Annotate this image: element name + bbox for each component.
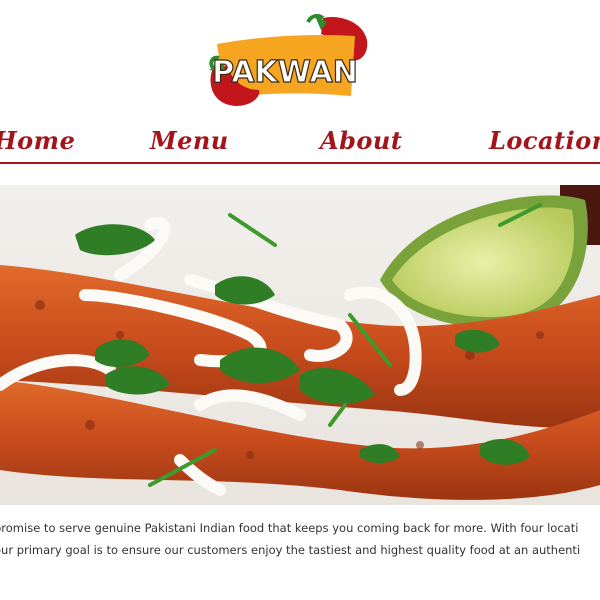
nav-home[interactable]: Home xyxy=(0,126,75,155)
pakwan-logo: PAKWAN xyxy=(209,13,368,106)
brand-logo[interactable]: PAKWAN xyxy=(205,10,370,110)
nav-about[interactable]: About xyxy=(320,126,402,155)
kebab-photo xyxy=(0,185,600,505)
nav-menu[interactable]: Menu xyxy=(150,126,229,155)
main-nav: Home Menu About Locations xyxy=(0,126,600,166)
nav-locations[interactable]: Locations xyxy=(489,126,600,155)
intro-text: promise to serve genuine Pakistani India… xyxy=(0,517,600,561)
hero-image xyxy=(0,185,600,505)
nav-divider xyxy=(0,162,600,164)
intro-line-2: our primary goal is to ensure our custom… xyxy=(0,543,581,557)
intro-line-1: promise to serve genuine Pakistani India… xyxy=(0,521,579,535)
logo-text: PAKWAN xyxy=(212,55,358,90)
